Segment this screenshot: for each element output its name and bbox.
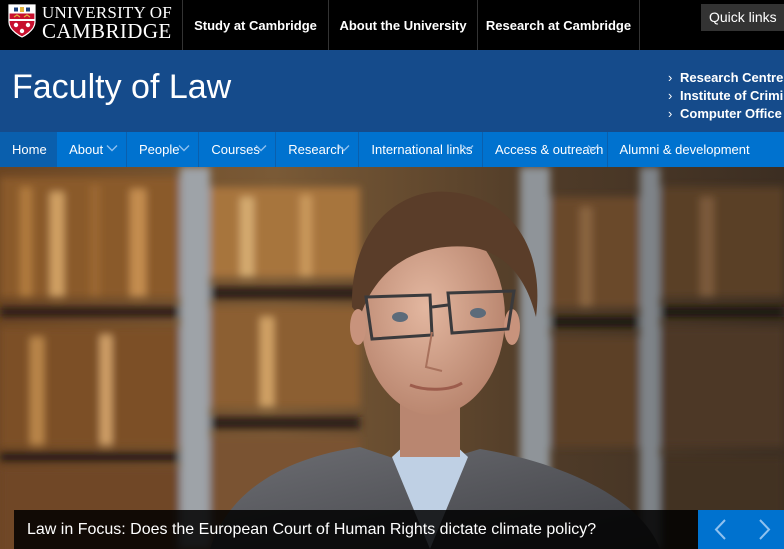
faculty-header: Faculty of Law › Research Centres › Instit… <box>0 50 784 132</box>
top-navigation: Study at Cambridge About the University … <box>182 0 640 50</box>
chevron-down-icon[interactable] <box>338 144 350 152</box>
nav-item-label: About <box>69 142 104 157</box>
chevron-down-icon[interactable] <box>178 144 190 152</box>
chevron-right-icon: › <box>668 88 673 103</box>
nav-item-international-links[interactable]: International links <box>359 132 483 167</box>
crest-icon <box>8 4 36 38</box>
university-logo[interactable]: UNIVERSITY OF CAMBRIDGE <box>8 2 173 43</box>
nav-item-label: People <box>138 142 180 157</box>
chevron-right-icon: › <box>668 70 673 85</box>
main-navigation: Home About People Courses Research Inter… <box>0 132 784 167</box>
chevron-right-icon: › <box>668 106 673 121</box>
nav-item-research[interactable]: Research <box>276 132 360 167</box>
quick-links-button[interactable]: Quick links <box>701 4 784 31</box>
topnav-research-at-cambridge[interactable]: Research at Cambridge <box>477 0 640 50</box>
header-link-research-centres[interactable]: › Research Centres <box>668 70 784 88</box>
logo-text-line2: CAMBRIDGE <box>42 19 172 43</box>
nav-item-label: Courses <box>211 142 260 157</box>
hero-carousel: Law in Focus: Does the European Court of… <box>0 167 784 549</box>
chevron-down-icon[interactable] <box>106 144 118 152</box>
header-link-label: Research Centres <box>680 70 784 85</box>
nav-item-access-outreach[interactable]: Access & outreach <box>483 132 608 167</box>
page-title[interactable]: Faculty of Law <box>12 68 231 107</box>
nav-item-label: Access & outreach <box>495 142 604 157</box>
top-bar: UNIVERSITY OF CAMBRIDGE Study at Cambrid… <box>0 0 784 50</box>
chevron-left-icon[interactable] <box>701 510 741 549</box>
nav-item-label: International links <box>371 142 473 157</box>
nav-item-courses[interactable]: Courses <box>199 132 277 167</box>
nav-item-home[interactable]: Home <box>0 132 58 167</box>
nav-item-about[interactable]: About <box>57 132 127 167</box>
chevron-down-icon[interactable] <box>462 144 474 152</box>
chevron-right-icon[interactable] <box>744 510 784 549</box>
nav-item-label: Alumni & development <box>619 142 750 157</box>
nav-item-people[interactable]: People <box>127 132 200 167</box>
hero-caption[interactable]: Law in Focus: Does the European Court of… <box>14 510 698 549</box>
chevron-down-icon[interactable] <box>255 144 267 152</box>
header-link-label: Institute of Criminology <box>680 88 784 103</box>
hero-photo <box>0 167 784 549</box>
chevron-down-icon[interactable] <box>587 144 599 152</box>
header-link-label: Computer Office <box>680 106 782 121</box>
nav-item-label: Research <box>288 142 344 157</box>
nav-item-alumni-development[interactable]: Alumni & development <box>608 132 784 167</box>
carousel-controls <box>698 510 784 549</box>
topnav-study-at-cambridge[interactable]: Study at Cambridge <box>182 0 328 50</box>
topnav-about-the-university[interactable]: About the University <box>328 0 477 50</box>
header-link-institute-of-criminology[interactable]: › Institute of Criminology <box>668 88 784 106</box>
header-link-computer-office[interactable]: › Computer Office <box>668 106 784 124</box>
header-quick-links: › Research Centres › Institute of Criminol… <box>668 70 784 124</box>
nav-item-label: Home <box>12 142 47 157</box>
